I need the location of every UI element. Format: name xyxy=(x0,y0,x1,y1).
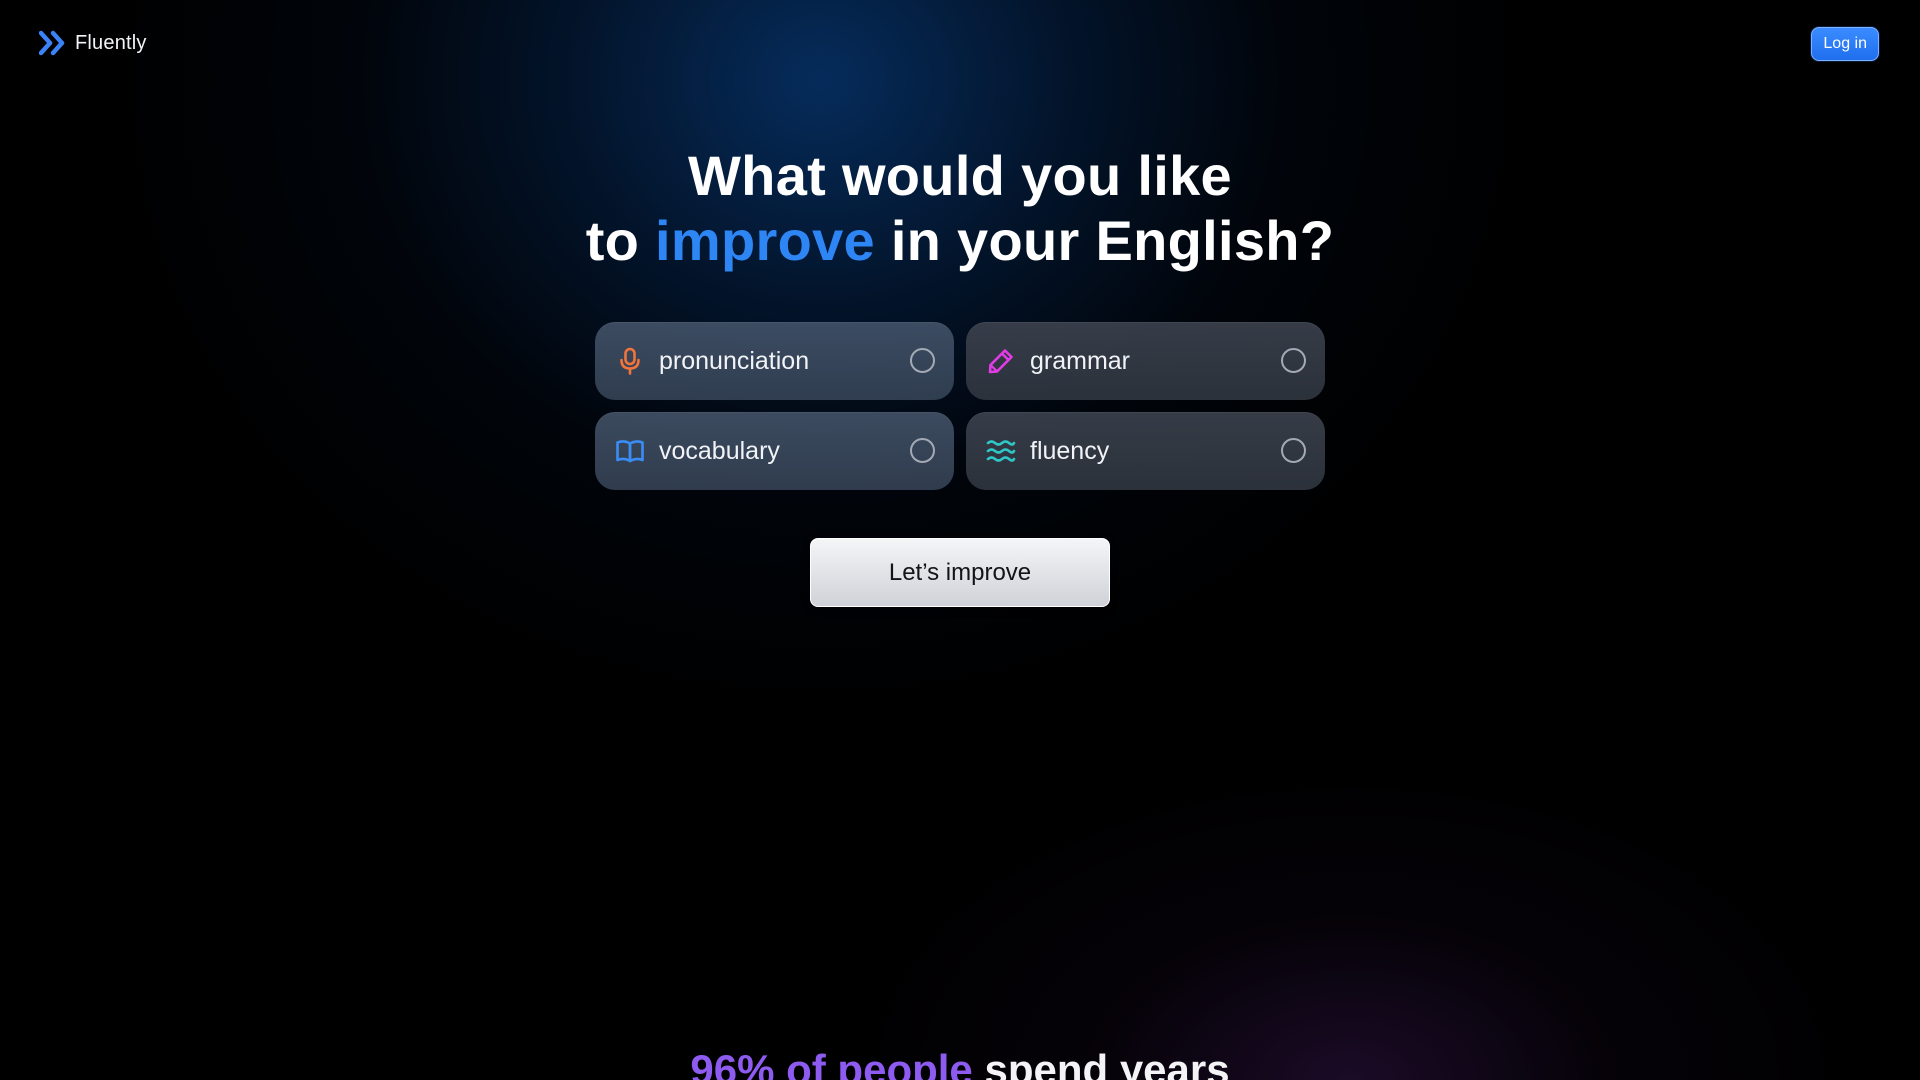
teaser-accent: 96% of people xyxy=(690,1046,973,1080)
brand-logo[interactable]: Fluently xyxy=(39,30,147,56)
lets-improve-button[interactable]: Let’s improve xyxy=(810,538,1110,607)
option-pronunciation[interactable]: pronunciation xyxy=(595,322,954,400)
improvement-options: pronunciation grammar vocabulary fluency xyxy=(595,322,1325,490)
option-radio[interactable] xyxy=(910,348,935,373)
option-label: pronunciation xyxy=(659,346,810,375)
double-chevron-icon xyxy=(39,30,65,56)
option-radio[interactable] xyxy=(1281,348,1306,373)
login-button[interactable]: Log in xyxy=(1811,27,1879,61)
title-line-2-prefix: to xyxy=(585,209,656,272)
option-fluency[interactable]: fluency xyxy=(966,412,1325,490)
teaser-rest: spend years xyxy=(972,1046,1230,1080)
title-line-2-suffix: in your English? xyxy=(874,209,1335,272)
pencil-icon xyxy=(986,346,1016,376)
option-radio[interactable] xyxy=(910,438,935,463)
option-label: fluency xyxy=(1030,436,1110,465)
waves-icon xyxy=(986,436,1016,466)
landing-page: Fluently Log in What would you like to i… xyxy=(0,0,1920,1080)
stats-teaser-heading: 96% of people spend years xyxy=(0,1045,1920,1080)
brand-name: Fluently xyxy=(75,31,147,54)
microphone-icon xyxy=(615,346,645,376)
open-book-icon xyxy=(615,436,645,466)
option-radio[interactable] xyxy=(1281,438,1306,463)
option-vocabulary[interactable]: vocabulary xyxy=(595,412,954,490)
title-accent-word: improve xyxy=(655,209,875,272)
option-label: vocabulary xyxy=(659,436,780,465)
option-grammar[interactable]: grammar xyxy=(966,322,1325,400)
option-label: grammar xyxy=(1030,346,1131,375)
page-title: What would you like to improve in your E… xyxy=(0,143,1920,273)
title-line-1: What would you like xyxy=(688,144,1232,207)
